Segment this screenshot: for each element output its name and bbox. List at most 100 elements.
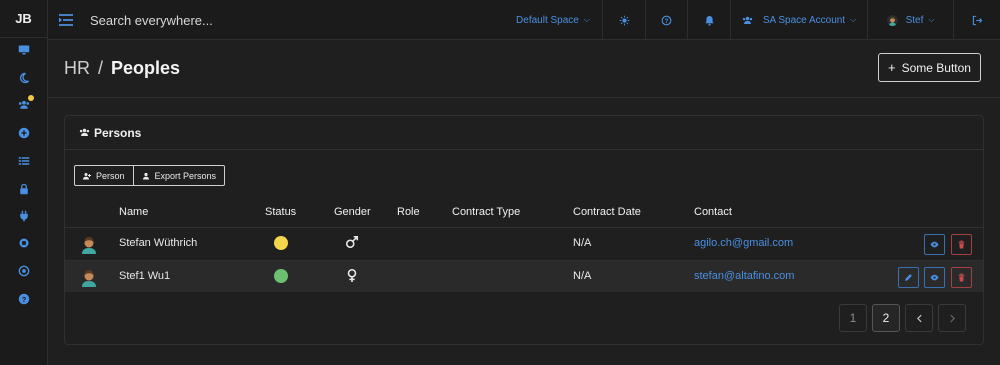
breadcrumb-separator: / bbox=[98, 58, 104, 78]
avatar bbox=[82, 270, 96, 287]
lock-icon bbox=[20, 183, 28, 195]
users-icon bbox=[79, 128, 90, 136]
export-persons-label: Export Persons bbox=[154, 170, 217, 181]
contract-date: N/A bbox=[573, 270, 592, 282]
account-label: SA Space Account bbox=[762, 14, 846, 26]
notification-badge bbox=[28, 95, 34, 101]
help-icon: ? bbox=[18, 293, 30, 305]
column-header-role[interactable]: Role bbox=[397, 206, 420, 218]
contract-date: N/A bbox=[573, 237, 592, 249]
sidebar-item-integrations[interactable] bbox=[0, 203, 48, 229]
table-row[interactable]: Stef1 Wu1 N/A stefan@altafino.com bbox=[65, 260, 983, 292]
avatar bbox=[82, 237, 96, 254]
trash-icon bbox=[958, 240, 965, 249]
page-2-button[interactable]: 2 bbox=[872, 304, 900, 332]
export-persons-button[interactable]: Export Persons bbox=[132, 166, 225, 185]
users-icon bbox=[742, 16, 752, 24]
view-button[interactable] bbox=[924, 267, 945, 288]
page-header: HR / Peoples + Some Button bbox=[48, 40, 1000, 98]
female-icon bbox=[347, 268, 357, 282]
trash-icon bbox=[958, 273, 965, 282]
help-button[interactable]: ? bbox=[645, 0, 687, 40]
sun-icon bbox=[619, 15, 629, 25]
table-row[interactable]: Stefan Wüthrich N/A agilo.ch@gmail.com bbox=[65, 227, 983, 259]
user-avatar bbox=[886, 14, 898, 26]
sidebar-item-theme[interactable] bbox=[0, 65, 48, 91]
topbar: Default Space ⌵ ? SA Space Account ⌵ Stef ⌵ bbox=[48, 0, 1000, 40]
page-1-button[interactable]: 1 bbox=[839, 304, 867, 332]
target-icon bbox=[18, 265, 30, 277]
some-button[interactable]: + Some Button bbox=[878, 53, 981, 82]
bell-icon bbox=[704, 15, 714, 26]
column-header-contract-type[interactable]: Contract Type bbox=[452, 206, 520, 218]
search-input[interactable] bbox=[90, 12, 390, 28]
user-icon bbox=[142, 172, 149, 179]
user-plus-icon bbox=[83, 172, 91, 179]
notifications-button[interactable] bbox=[687, 0, 730, 40]
pencil-icon bbox=[905, 274, 912, 281]
some-button-label: Some Button bbox=[901, 60, 971, 75]
theme-toggle-button[interactable] bbox=[602, 0, 645, 40]
status-indicator bbox=[274, 236, 288, 250]
add-person-button[interactable]: Person bbox=[75, 166, 133, 185]
user-menu[interactable]: Stef ⌵ bbox=[867, 0, 953, 40]
svg-text:?: ? bbox=[665, 17, 669, 24]
sidebar-item-add[interactable] bbox=[0, 120, 48, 146]
chip-icon bbox=[19, 238, 29, 248]
sidebar-item-security[interactable] bbox=[0, 176, 48, 202]
card-header: Persons bbox=[65, 116, 983, 150]
status-indicator bbox=[274, 269, 288, 283]
sidebar: JB ? bbox=[0, 0, 48, 365]
person-name: Stefan Wüthrich bbox=[119, 237, 198, 249]
delete-button[interactable] bbox=[951, 234, 972, 255]
menu-toggle-icon[interactable] bbox=[58, 12, 74, 28]
contact-email[interactable]: stefan@altafino.com bbox=[694, 270, 794, 282]
person-name: Stef1 Wu1 bbox=[119, 270, 171, 282]
logout-button[interactable] bbox=[953, 0, 1000, 40]
card-title: Persons bbox=[94, 125, 142, 140]
moon-icon bbox=[20, 72, 30, 84]
user-label: Stef bbox=[905, 14, 924, 26]
plug-icon bbox=[20, 210, 28, 222]
chevron-left-icon bbox=[916, 314, 922, 322]
edit-button[interactable] bbox=[898, 267, 919, 288]
persons-card: Persons Person Export Persons Name Statu… bbox=[64, 115, 984, 345]
column-header-status[interactable]: Status bbox=[265, 206, 296, 218]
male-icon bbox=[345, 235, 359, 249]
sidebar-item-help[interactable]: ? bbox=[0, 286, 48, 312]
column-header-contact[interactable]: Contact bbox=[694, 206, 732, 218]
view-button[interactable] bbox=[924, 234, 945, 255]
logout-icon bbox=[972, 15, 982, 25]
chevron-down-icon: ⌵ bbox=[928, 15, 935, 24]
column-header-gender[interactable]: Gender bbox=[334, 206, 371, 218]
contact-email[interactable]: agilo.ch@gmail.com bbox=[694, 237, 793, 249]
sidebar-item-hardware[interactable] bbox=[0, 230, 48, 256]
previous-page-button[interactable] bbox=[905, 304, 933, 332]
next-page-button[interactable] bbox=[938, 304, 966, 332]
plus-icon: + bbox=[888, 60, 896, 75]
eye-icon bbox=[930, 274, 939, 281]
users-icon bbox=[18, 100, 30, 109]
help-circle-icon: ? bbox=[661, 15, 672, 25]
delete-button[interactable] bbox=[951, 267, 972, 288]
sidebar-item-dashboard[interactable] bbox=[0, 37, 48, 63]
sidebar-item-list[interactable] bbox=[0, 148, 48, 174]
breadcrumb-root[interactable]: HR bbox=[64, 58, 90, 78]
plus-circle-icon bbox=[18, 127, 30, 139]
account-selector[interactable]: SA Space Account ⌵ bbox=[730, 0, 867, 40]
sidebar-item-tracking[interactable] bbox=[0, 258, 48, 284]
eye-icon bbox=[930, 241, 939, 248]
column-header-contract-date[interactable]: Contract Date bbox=[573, 206, 641, 218]
space-label: Default Space bbox=[516, 14, 579, 26]
column-header-name[interactable]: Name bbox=[119, 206, 148, 218]
breadcrumb: HR / Peoples bbox=[64, 58, 180, 79]
chevron-down-icon: ⌵ bbox=[850, 15, 857, 24]
sidebar-item-people[interactable] bbox=[0, 92, 48, 118]
monitor-icon bbox=[18, 45, 30, 55]
add-person-label: Person bbox=[96, 170, 125, 181]
list-icon bbox=[18, 157, 30, 165]
space-selector[interactable]: Default Space ⌵ bbox=[504, 0, 602, 40]
svg-text:?: ? bbox=[22, 295, 27, 304]
chevron-right-icon bbox=[949, 314, 955, 322]
card-toolbar: Person Export Persons bbox=[74, 165, 226, 186]
